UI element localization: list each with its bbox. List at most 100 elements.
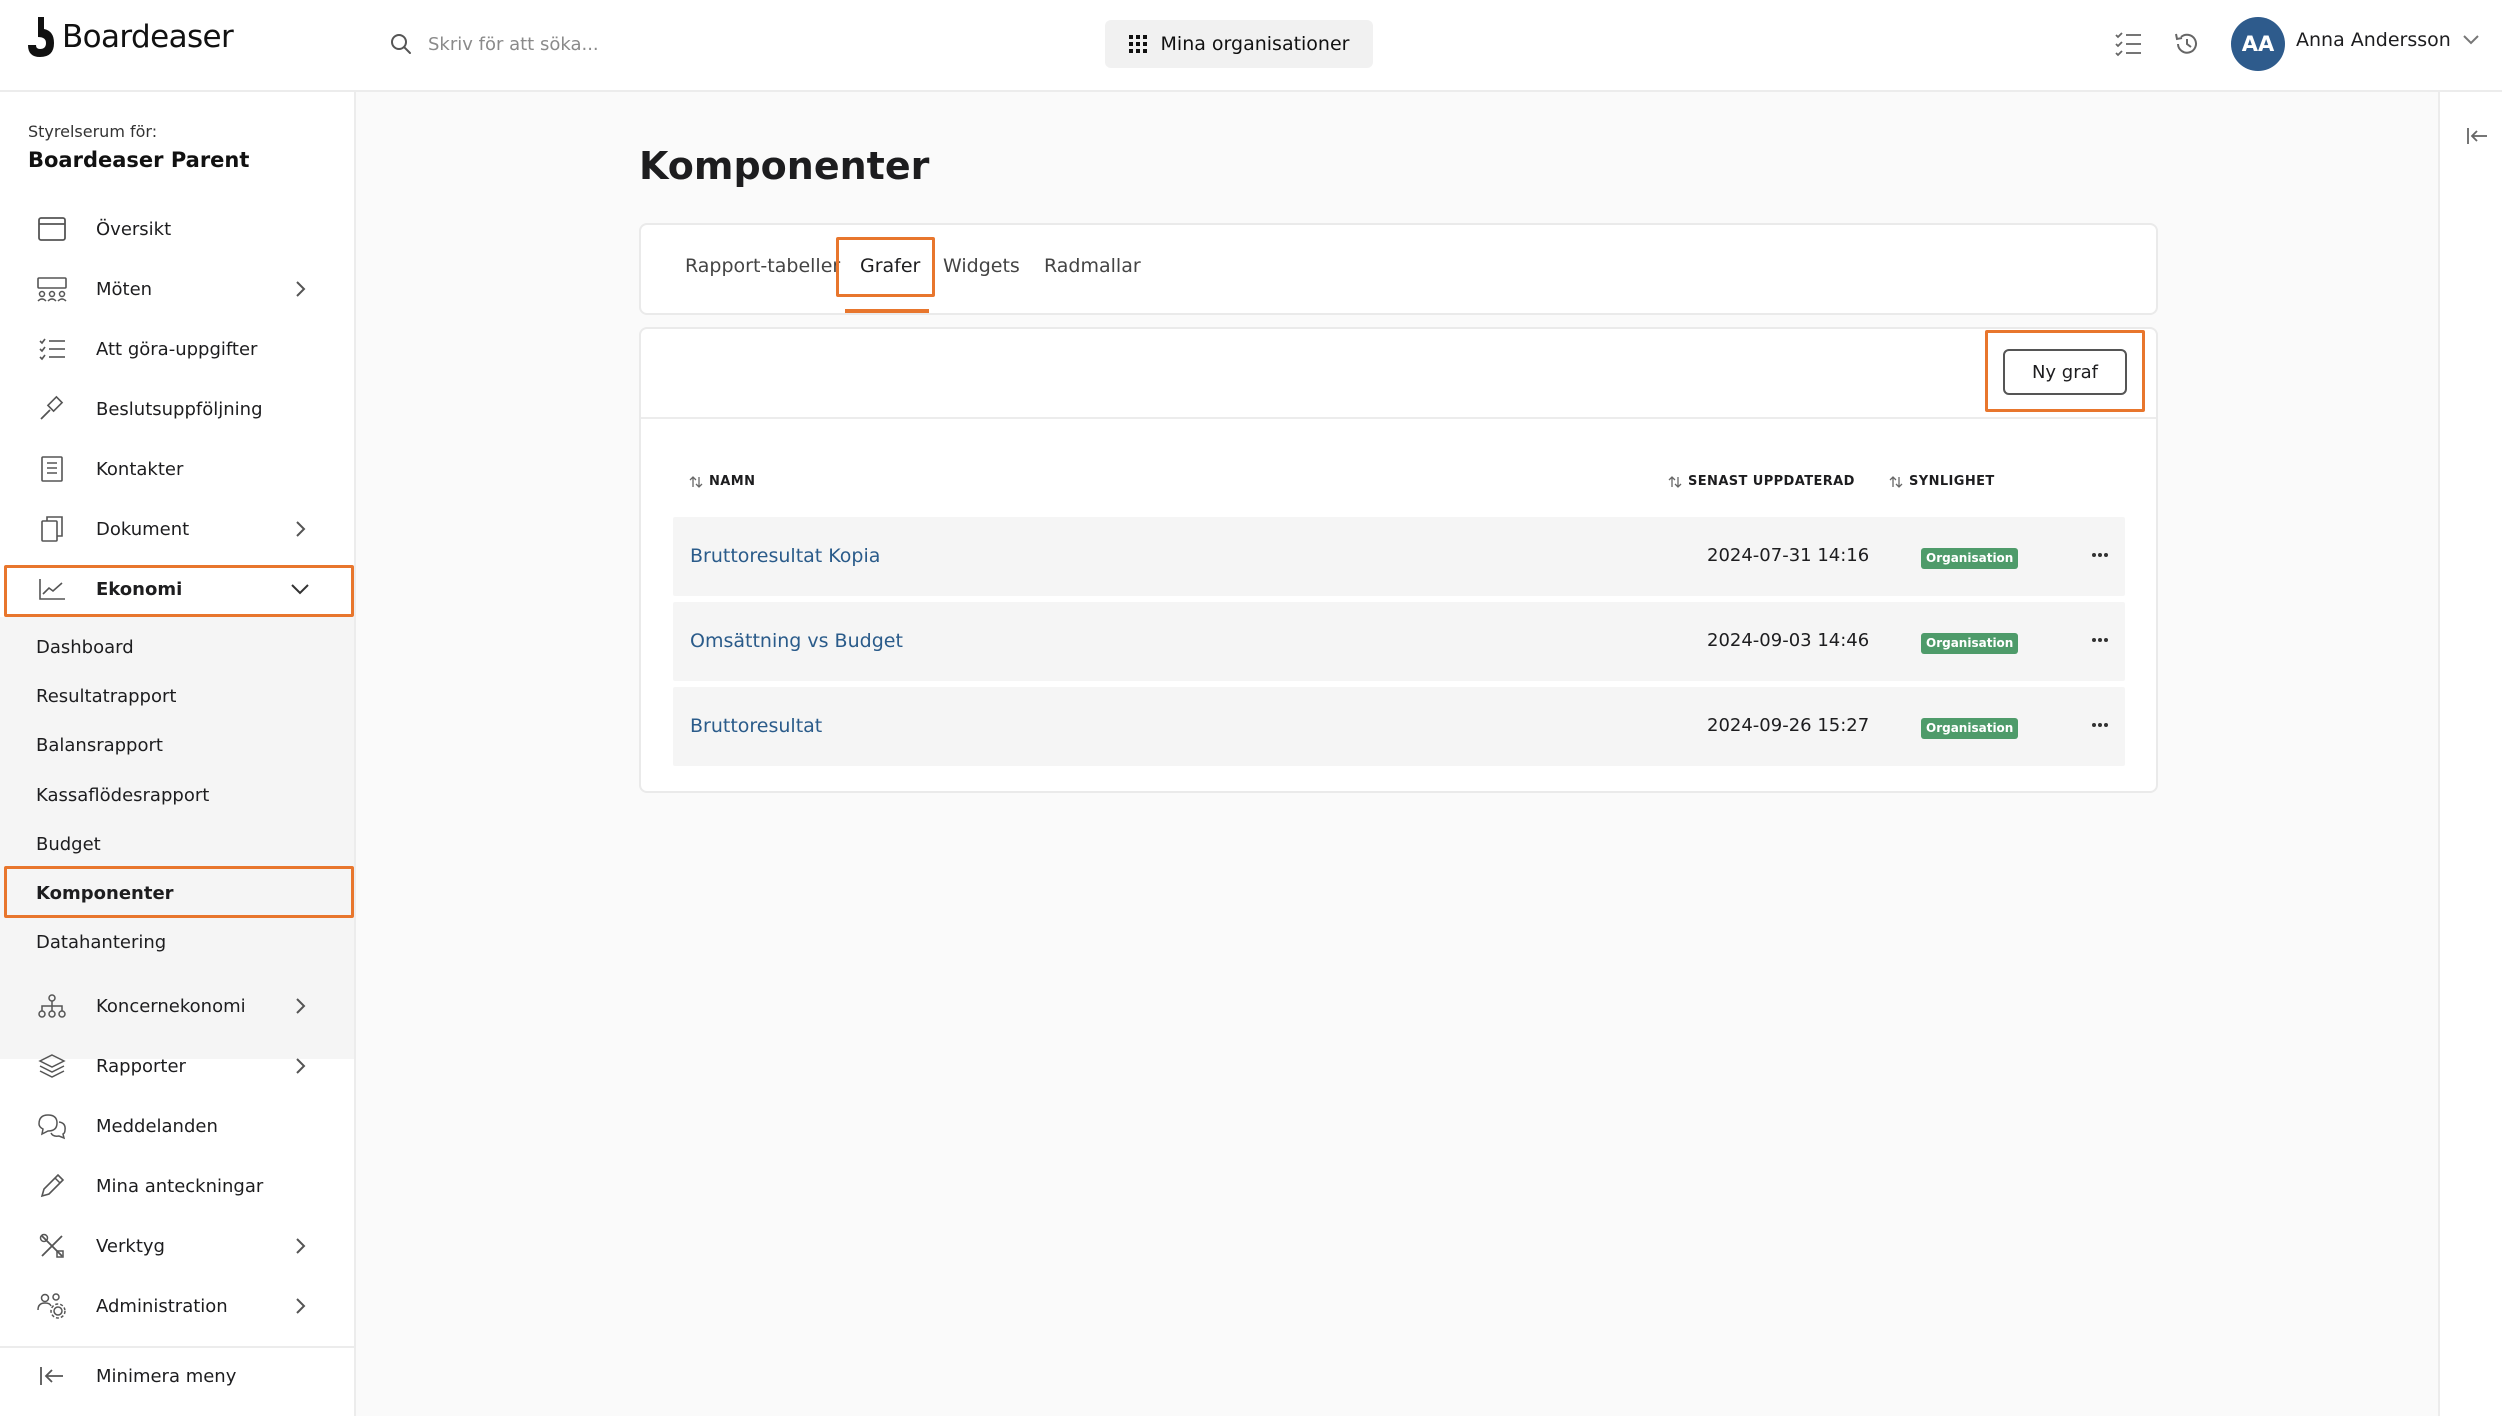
pencil-icon (36, 1170, 68, 1202)
more-actions-button[interactable] (2087, 630, 2113, 650)
collapse-left-icon (36, 1360, 68, 1392)
tab-rapport-tabeller[interactable]: Rapport-tabeller (685, 255, 840, 277)
grid-icon (1128, 35, 1147, 53)
submenu-item-dashboard[interactable]: Dashboard (0, 623, 354, 671)
search-icon (391, 34, 411, 54)
table-row: Omsättning vs Budget 2024-09-03 14:46 Or… (673, 602, 2125, 681)
toolbar-divider (641, 417, 2156, 419)
sidebar-item-meddelanden[interactable]: Meddelanden (0, 1097, 354, 1155)
sidebar-item-label: Kontakter (96, 458, 184, 480)
organisation-name: Boardeaser Parent (28, 148, 250, 172)
sidebar-item-label: Rapporter (96, 1055, 186, 1077)
user-name[interactable]: Anna Andersson (2296, 29, 2451, 51)
sidebar: Styrelserum för: Boardeaser Parent Övers… (0, 92, 356, 1416)
submenu-item-label: Komponenter (36, 882, 174, 904)
brand-logo[interactable]: Boardeaser (26, 14, 234, 60)
user-avatar[interactable]: AA (2231, 17, 2285, 71)
chevron-right-icon (296, 1238, 306, 1254)
sidebar-item-label: Koncernekonomi (96, 995, 246, 1017)
sort-icon (1889, 475, 1903, 488)
tab-grafer[interactable]: Grafer (860, 255, 920, 277)
chevron-right-icon (296, 1298, 306, 1314)
submenu-item-label: Resultatrapport (36, 685, 177, 707)
table-row: Bruttoresultat 2024-09-26 15:27 Organisa… (673, 687, 2125, 766)
collapse-panel-icon[interactable] (2466, 126, 2488, 146)
top-bar: Boardeaser Mina organisationer (0, 0, 2502, 92)
column-header-label: NAMN (709, 474, 756, 489)
sidebar-item-label: Möten (96, 278, 153, 300)
submenu-item-balansrapport[interactable]: Balansrapport (0, 721, 354, 769)
sidebar-item-mina-anteckningar[interactable]: Mina anteckningar (0, 1157, 354, 1215)
sidebar-item-oversikt[interactable]: Översikt (0, 200, 354, 258)
submenu-item-datahantering[interactable]: Datahantering (0, 918, 354, 966)
sidebar-item-ekonomi[interactable]: Ekonomi (0, 560, 354, 618)
graph-name-link[interactable]: Bruttoresultat (690, 715, 822, 737)
logo-mark-icon (28, 17, 54, 57)
ellipsis-icon (2092, 553, 2108, 557)
checklist-icon (36, 333, 68, 365)
sidebar-item-moten[interactable]: Möten (0, 260, 354, 318)
column-header-updated[interactable]: SENAST UPPDATERAD (1668, 474, 1855, 489)
submenu-item-label: Datahantering (36, 931, 167, 953)
submenu-item-kassaflodesrapport[interactable]: Kassaflödesrapport (0, 771, 354, 819)
graph-name-link[interactable]: Omsättning vs Budget (690, 630, 903, 652)
submenu-item-label: Dashboard (36, 636, 134, 658)
search-input[interactable] (428, 33, 948, 55)
column-header-label: SENAST UPPDATERAD (1688, 474, 1855, 489)
sidebar-item-dokument[interactable]: Dokument (0, 500, 354, 558)
meeting-icon (36, 273, 68, 305)
my-organisations-label: Mina organisationer (1160, 33, 1350, 55)
user-initials: AA (2241, 32, 2275, 56)
chevron-right-icon (296, 281, 306, 297)
more-actions-button[interactable] (2087, 715, 2113, 735)
active-tab-indicator (845, 309, 929, 313)
sidebar-item-label: Administration (96, 1295, 228, 1317)
visibility-badge: Organisation (1921, 718, 2019, 739)
org-tree-icon (36, 990, 68, 1022)
tab-radmallar[interactable]: Radmallar (1044, 255, 1141, 277)
column-header-visibility[interactable]: SYNLIGHET (1889, 474, 1995, 489)
layers-icon (36, 1050, 68, 1082)
sidebar-item-att-gora[interactable]: Att göra-uppgifter (0, 320, 354, 378)
column-header-label: SYNLIGHET (1909, 474, 1995, 489)
more-actions-button[interactable] (2087, 545, 2113, 565)
tab-widgets[interactable]: Widgets (943, 255, 1020, 277)
sidebar-item-label: Verktyg (96, 1235, 165, 1257)
tasks-button[interactable] (2111, 27, 2145, 61)
history-icon (2175, 33, 2197, 54)
minimize-menu-button[interactable]: Minimera meny (0, 1347, 354, 1405)
sidebar-item-label: Meddelanden (96, 1115, 218, 1137)
updated-date: 2024-09-03 14:46 (1707, 630, 1870, 651)
contacts-icon (36, 453, 68, 485)
boardroom-caption: Styrelserum för: (28, 122, 158, 141)
history-button[interactable] (2170, 27, 2204, 61)
sidebar-item-label: Mina anteckningar (96, 1175, 264, 1197)
tabs-bar: Rapport-tabeller Grafer Widgets Radmalla… (639, 223, 2158, 315)
my-organisations-button[interactable]: Mina organisationer (1105, 20, 1373, 68)
global-search[interactable] (390, 24, 948, 64)
sidebar-item-beslutsuppfoljning[interactable]: Beslutsuppföljning (0, 380, 354, 438)
submenu-item-budget[interactable]: Budget (0, 820, 354, 868)
sidebar-item-koncernekonomi[interactable]: Koncernekonomi (0, 977, 354, 1035)
chart-line-icon (36, 573, 68, 605)
ellipsis-icon (2092, 723, 2108, 727)
submenu-item-label: Budget (36, 833, 101, 855)
graph-name-link[interactable]: Bruttoresultat Kopia (690, 545, 880, 567)
visibility-badge: Organisation (1921, 548, 2019, 569)
brand-name: Boardeaser (62, 19, 234, 55)
visibility-badge: Organisation (1921, 633, 2019, 654)
submenu-item-resultatrapport[interactable]: Resultatrapport (0, 672, 354, 720)
sidebar-item-label: Översikt (96, 218, 172, 240)
sidebar-item-kontakter[interactable]: Kontakter (0, 440, 354, 498)
chevron-right-icon (296, 1058, 306, 1074)
right-panel-rail (2438, 92, 2502, 1416)
column-header-name[interactable]: NAMN (689, 474, 755, 489)
new-graph-button[interactable]: Ny graf (2003, 349, 2127, 395)
sidebar-item-verktyg[interactable]: Verktyg (0, 1217, 354, 1275)
sidebar-item-administration[interactable]: Administration (0, 1277, 354, 1335)
tools-icon (36, 1230, 68, 1262)
submenu-item-label: Kassaflödesrapport (36, 784, 210, 806)
sidebar-item-rapporter[interactable]: Rapporter (0, 1037, 354, 1095)
chevron-down-icon[interactable] (2462, 34, 2480, 46)
submenu-item-komponenter[interactable]: Komponenter (0, 869, 354, 917)
